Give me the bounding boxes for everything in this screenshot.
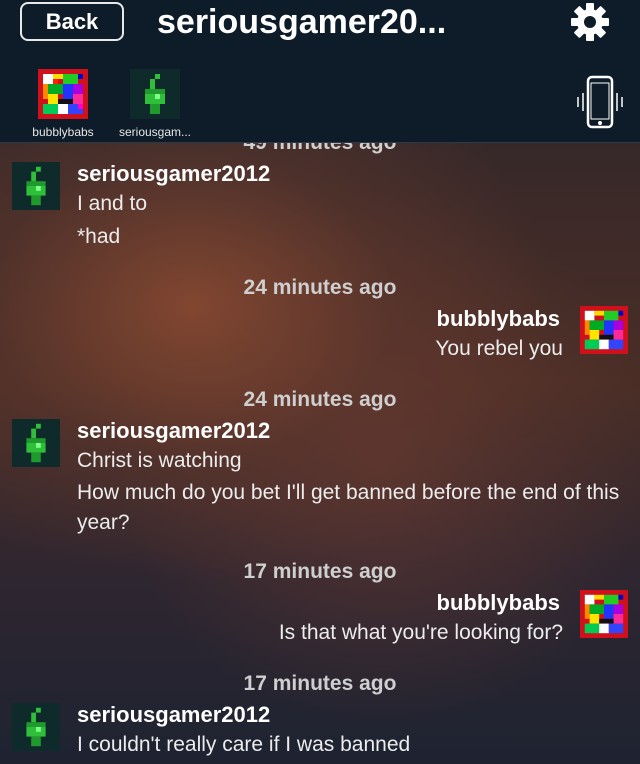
message-text: Is that what you're looking for?	[278, 621, 563, 644]
message-text: You rebel you	[435, 337, 563, 360]
gear-icon[interactable]	[568, 0, 612, 44]
timestamp: 17 minutes ago	[243, 560, 397, 583]
message-username: bubblybabs	[436, 590, 560, 615]
timestamp: 24 minutes ago	[243, 276, 397, 299]
green-pixel-avatar[interactable]	[12, 703, 60, 751]
message-text: Christ is watching	[77, 449, 242, 472]
message-text: I couldn't really care if I was banned	[77, 733, 411, 756]
message-feed[interactable]: 49 minutes ago seriousgamer2012 I and to…	[0, 143, 640, 764]
conversation-title: seriousgamer20...	[157, 3, 447, 41]
phone-vibrate-icon[interactable]	[575, 75, 625, 131]
chat-header: Back seriousgamer20... bubblybabs seriou…	[0, 0, 640, 143]
message-text: How much do you bet I'll get banned befo…	[77, 481, 620, 534]
message-text: I and to	[77, 192, 148, 215]
message-text: *had	[77, 225, 121, 248]
green-pixel-avatar	[130, 69, 180, 119]
message-username: seriousgamer2012	[77, 418, 271, 443]
timestamp: 24 minutes ago	[243, 388, 397, 411]
rainbow-pixel-avatar[interactable]	[580, 590, 628, 638]
timestamp: 49 minutes ago	[0, 143, 640, 155]
timestamp: 17 minutes ago	[243, 672, 397, 695]
participant-label: bubblybabs	[32, 125, 94, 139]
participant-label: seriousgam...	[118, 125, 192, 139]
rainbow-pixel-avatar[interactable]	[580, 306, 628, 354]
message-username: seriousgamer2012	[77, 161, 271, 186]
participant-seriousgamer[interactable]: seriousgam...	[110, 69, 200, 139]
message-username: seriousgamer2012	[77, 702, 271, 727]
participant-bubblybabs[interactable]: bubblybabs	[18, 69, 108, 139]
green-pixel-avatar[interactable]	[12, 162, 60, 210]
green-pixel-avatar[interactable]	[12, 419, 60, 467]
back-button[interactable]: Back	[20, 2, 124, 41]
rainbow-pixel-avatar	[38, 69, 88, 119]
message-username: bubblybabs	[436, 306, 560, 331]
